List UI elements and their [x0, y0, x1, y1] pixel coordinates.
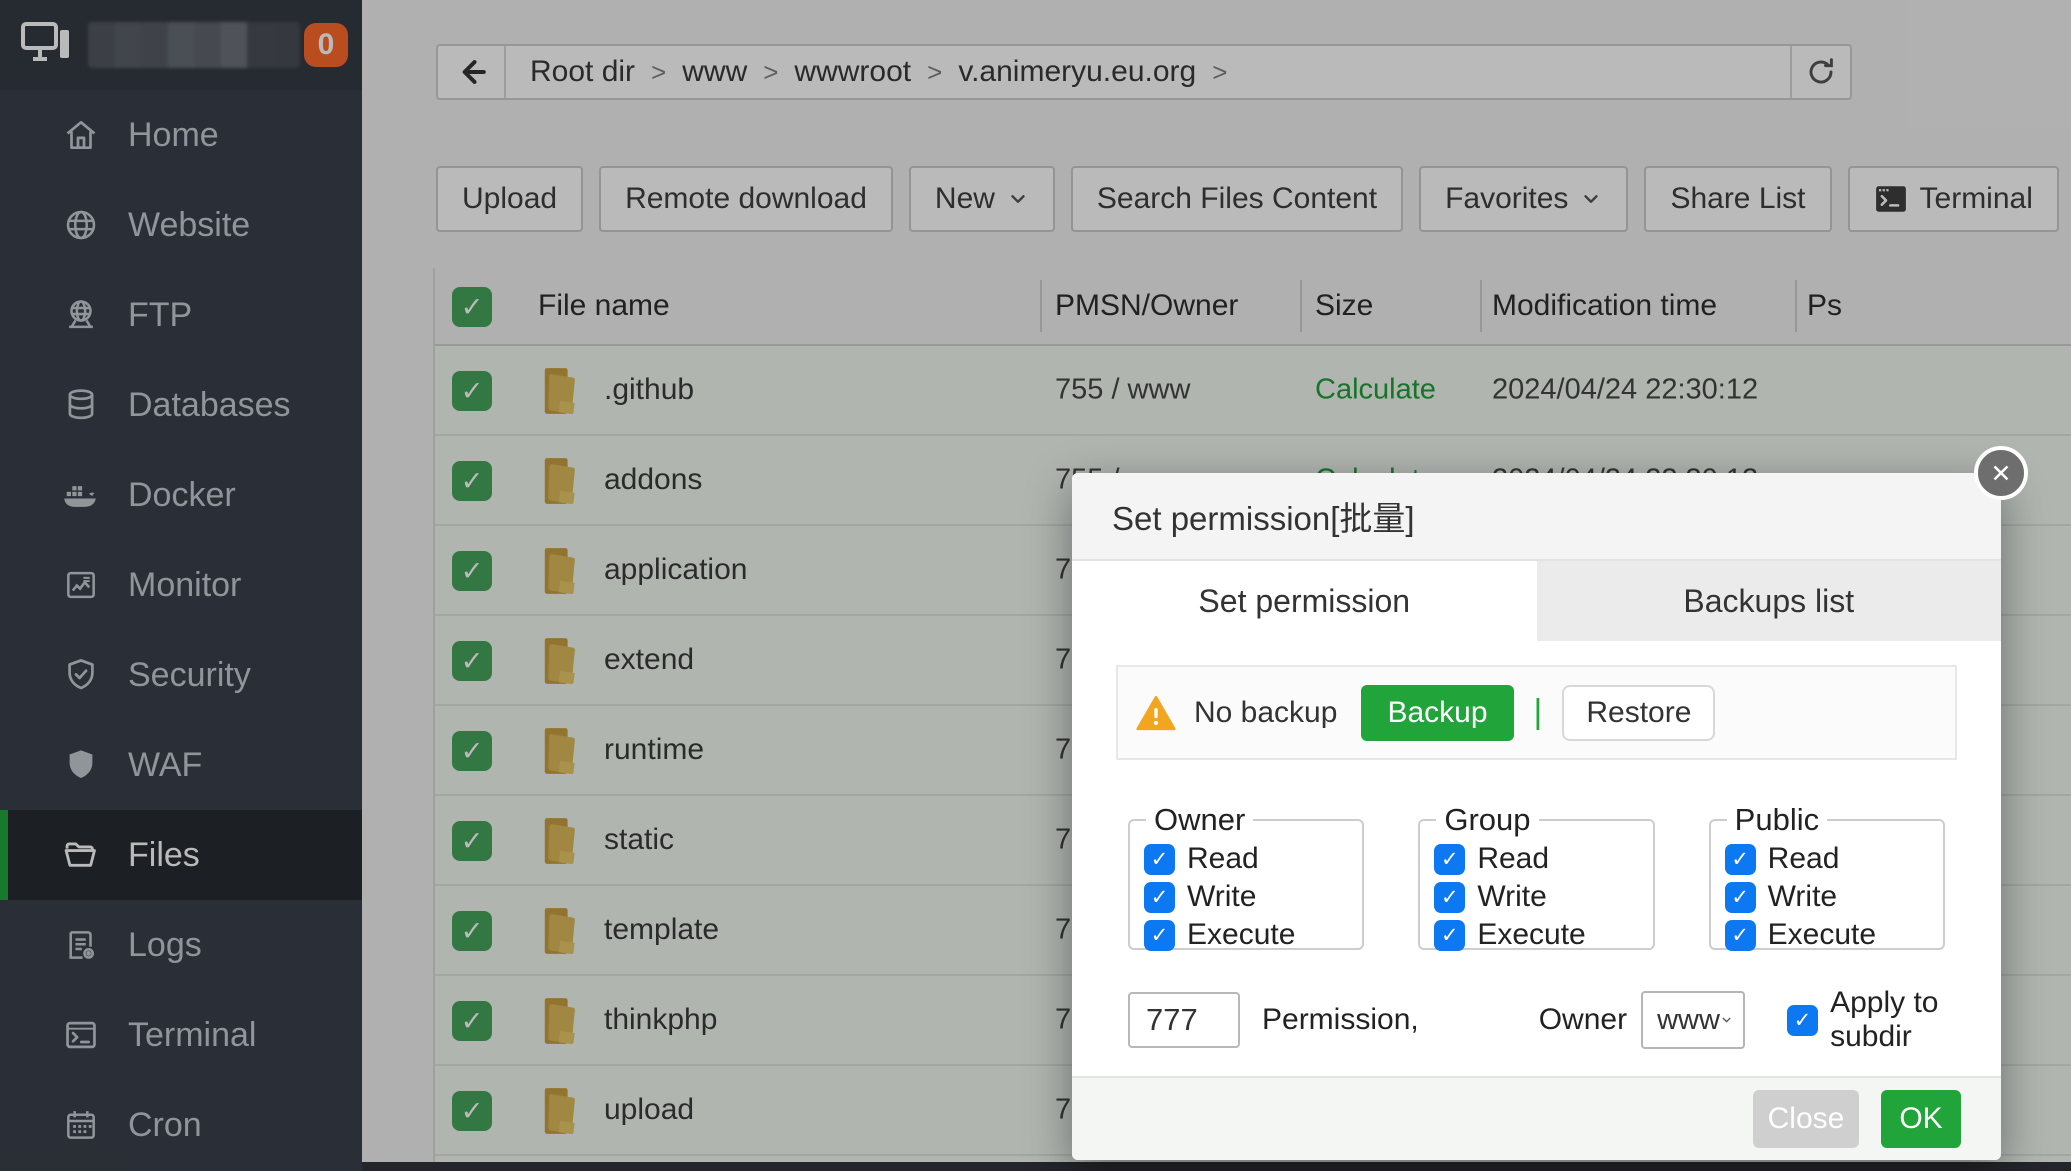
permission-checkbox[interactable]: ✓	[1725, 844, 1756, 875]
dialog-body: No backup Backup | Restore Owner ✓ Read ✓ Wr…	[1072, 641, 2001, 1054]
permission-option: ✓ Execute	[1725, 918, 1943, 952]
owner-label: Owner	[1539, 1003, 1627, 1037]
tab-set-permission[interactable]: Set permission	[1072, 561, 1537, 641]
permission-group-owner: Owner ✓ Read ✓ Write ✓ Execute	[1128, 802, 1364, 950]
backup-button[interactable]: Backup	[1361, 685, 1513, 741]
dialog-tabs: Set permission Backups list	[1072, 561, 2001, 641]
owner-select[interactable]: www	[1641, 991, 1745, 1049]
permission-checkbox[interactable]: ✓	[1144, 844, 1175, 875]
permission-option: ✓ Read	[1725, 842, 1943, 876]
permission-checkbox[interactable]: ✓	[1434, 844, 1465, 875]
group-legend: Public	[1727, 802, 1827, 838]
permission-checkbox[interactable]: ✓	[1144, 882, 1175, 913]
permission-option-label: Read	[1477, 842, 1549, 876]
permission-option-label: Write	[1477, 880, 1546, 914]
chevron-down-icon	[1720, 1009, 1733, 1031]
permission-option: ✓ Write	[1144, 880, 1362, 914]
permission-option: ✓ Read	[1434, 842, 1652, 876]
permission-group-public: Public ✓ Read ✓ Write ✓ Execute	[1709, 802, 1945, 950]
permission-option: ✓ Execute	[1144, 918, 1362, 952]
permission-option-label: Execute	[1477, 918, 1585, 952]
cancel-button[interactable]: Close	[1753, 1090, 1859, 1148]
dialog-footer: Close OK	[1072, 1076, 2001, 1160]
permission-checkbox[interactable]: ✓	[1434, 920, 1465, 951]
permission-checkbox[interactable]: ✓	[1725, 920, 1756, 951]
restore-button[interactable]: Restore	[1562, 685, 1715, 741]
ok-button[interactable]: OK	[1881, 1090, 1961, 1148]
group-legend: Group	[1436, 802, 1538, 838]
permission-option-label: Execute	[1187, 918, 1295, 952]
permission-option: ✓ Read	[1144, 842, 1362, 876]
close-icon[interactable]: ✕	[1974, 446, 2028, 500]
permission-checkbox[interactable]: ✓	[1434, 882, 1465, 913]
permission-option-label: Write	[1187, 880, 1256, 914]
apply-to-subdir: ✓ Apply to subdir	[1787, 986, 1957, 1054]
owner-select-value: www	[1657, 1004, 1720, 1037]
apply-to-subdir-checkbox[interactable]: ✓	[1787, 1005, 1818, 1036]
backup-bar: No backup Backup | Restore	[1116, 665, 1957, 760]
group-legend: Owner	[1146, 802, 1253, 838]
permission-option-label: Write	[1768, 880, 1837, 914]
app-root: 0 HomeWebsiteFTPDatabasesDockerMonitorSe…	[0, 0, 2071, 1171]
permission-option: ✓ Execute	[1434, 918, 1652, 952]
permission-row: Permission, Owner www ✓ Apply to subdir	[1116, 986, 1957, 1054]
set-permission-dialog: ✕ Set permission[批量] Set permission Back…	[1072, 473, 2001, 1160]
permission-option-label: Execute	[1768, 918, 1876, 952]
permission-checkbox[interactable]: ✓	[1725, 882, 1756, 913]
permission-groups: Owner ✓ Read ✓ Write ✓ Execute Group ✓ Read ✓ Write…	[1116, 802, 1957, 950]
warning-icon	[1136, 694, 1176, 732]
permission-option-label: Read	[1768, 842, 1840, 876]
permission-option: ✓ Write	[1434, 880, 1652, 914]
permission-checkbox[interactable]: ✓	[1144, 920, 1175, 951]
permission-option-label: Read	[1187, 842, 1259, 876]
permission-option: ✓ Write	[1725, 880, 1943, 914]
backup-separator: |	[1534, 693, 1543, 732]
permission-group-group: Group ✓ Read ✓ Write ✓ Execute	[1418, 802, 1654, 950]
permission-label: Permission,	[1262, 1003, 1419, 1037]
permission-input[interactable]	[1128, 992, 1240, 1048]
tab-backups-list[interactable]: Backups list	[1537, 561, 2002, 641]
apply-to-subdir-label: Apply to subdir	[1830, 986, 1957, 1054]
dialog-title: Set permission[批量]	[1072, 473, 2001, 561]
backup-status-text: No backup	[1194, 696, 1337, 730]
